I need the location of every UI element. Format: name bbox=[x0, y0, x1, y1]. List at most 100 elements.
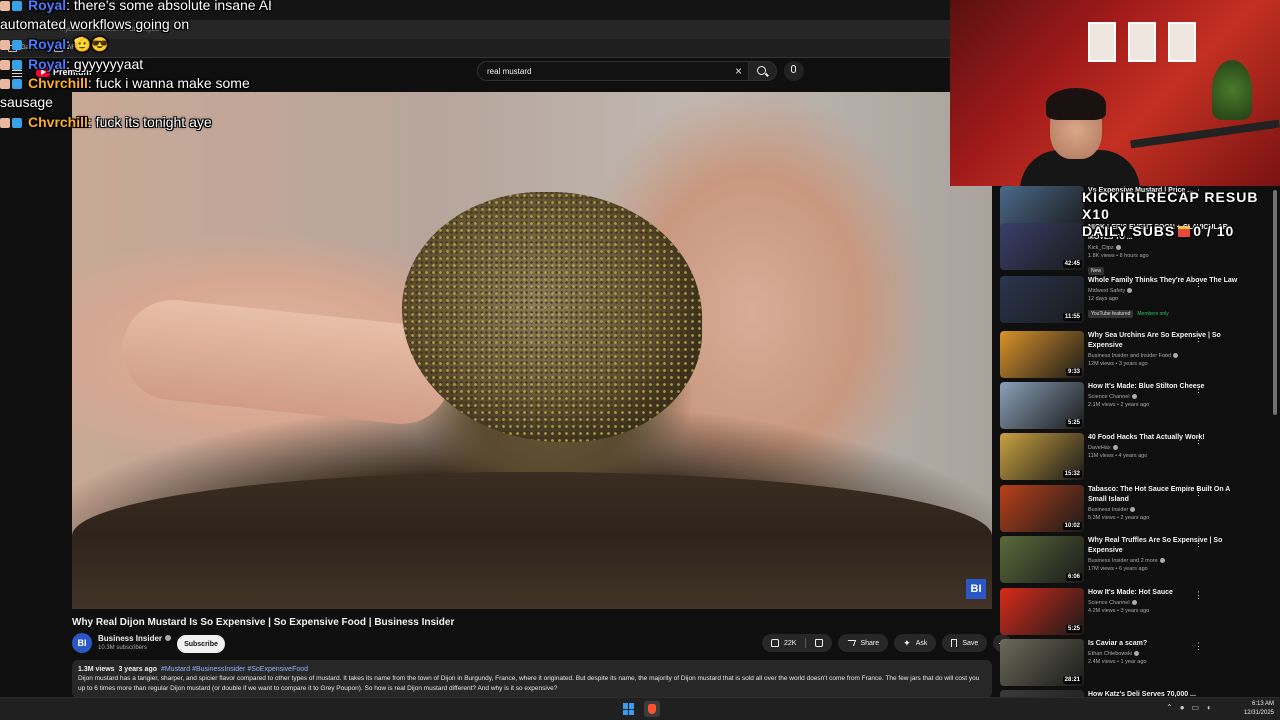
voice-search-button[interactable] bbox=[784, 61, 804, 81]
clear-search-icon[interactable]: × bbox=[735, 64, 742, 78]
recommendation-item[interactable]: 28:21 Is Caviar a scam? Ethan Chlebowski 2.… bbox=[1000, 639, 1275, 687]
recommendation-info: Whole Family Thinks They're Above The La… bbox=[1088, 276, 1248, 320]
video-thumbnail[interactable]: 6:06 bbox=[1000, 536, 1084, 583]
chat-username: Royal bbox=[28, 0, 67, 13]
recommendation-title[interactable]: 40 Food Hacks That Actually Work! bbox=[1088, 433, 1248, 443]
description-box[interactable]: 1.3M views 3 years ago #Mustard #Busines… bbox=[72, 660, 992, 698]
recommendation-title[interactable]: How It's Made: Blue Stilton Cheese bbox=[1088, 382, 1248, 392]
recommendation-item[interactable]: 9:33 Why Sea Urchins Are So Expensive | S… bbox=[1000, 331, 1275, 379]
clock-date: 12/31/2025 bbox=[1243, 710, 1274, 716]
recommendation-item[interactable]: 10:02 Tabasco: The Hot Sauce Empire Built… bbox=[1000, 485, 1275, 533]
recommendation-item[interactable]: 11:55 Whole Family Thinks They're Above T… bbox=[1000, 276, 1275, 324]
chevron-up-icon[interactable]: ⌃ bbox=[1166, 703, 1173, 712]
more-options-icon[interactable]: ⋮ bbox=[1194, 641, 1203, 652]
more-options-icon[interactable]: ⋮ bbox=[1194, 538, 1203, 549]
video-thumbnail[interactable]: 42:45 bbox=[1000, 223, 1084, 270]
recommendation-channel[interactable]: DaveHax bbox=[1088, 445, 1248, 451]
recommendation-item[interactable]: 5:25 How It's Made: Blue Stilton Cheese Sc… bbox=[1000, 382, 1275, 430]
search-input[interactable]: real mustard × bbox=[477, 61, 749, 81]
windows-start-icon[interactable] bbox=[623, 703, 635, 715]
system-clock[interactable]: 6:13 AM 12/31/2025 bbox=[1222, 700, 1274, 718]
network-icon[interactable]: ▭ bbox=[1192, 703, 1200, 712]
more-options-icon[interactable]: ⋮ bbox=[1194, 590, 1203, 601]
like-button[interactable]: 22K bbox=[762, 634, 833, 652]
chat-message: Royal: there's some absolute insane AI bbox=[0, 0, 272, 15]
chat-text: : fuck i wanna make some bbox=[87, 75, 250, 91]
channel-watermark[interactable]: BI bbox=[966, 579, 986, 599]
verified-icon bbox=[1173, 353, 1179, 359]
recommendation-meta: 11M views • 4 years ago bbox=[1088, 453, 1148, 459]
more-options-icon[interactable]: ⋮ bbox=[1194, 278, 1203, 289]
thumbs-down-icon[interactable] bbox=[815, 639, 824, 647]
ask-button[interactable]: ✦ Ask bbox=[894, 634, 937, 652]
video-duration: 10:02 bbox=[1062, 522, 1082, 530]
search-button[interactable] bbox=[749, 61, 777, 81]
video-thumbnail[interactable]: 11:55 bbox=[1000, 276, 1084, 323]
video-duration: 5:25 bbox=[1065, 625, 1082, 633]
recommendation-meta: 2.4M views • 1 year ago bbox=[1088, 659, 1147, 665]
recommendation-channel[interactable]: Business Insider and 2 more bbox=[1088, 558, 1248, 564]
subscribe-button[interactable]: Subscribe bbox=[177, 635, 225, 653]
sub-goal-count: 0 / 10 bbox=[1193, 223, 1235, 239]
share-button[interactable]: Share bbox=[838, 634, 889, 652]
recommendation-channel[interactable]: Ethan Chlebowski bbox=[1088, 651, 1248, 657]
windows-taskbar: ⌃ ● ▭ ◖ 6:13 AM 12/31/2025 bbox=[0, 697, 1280, 720]
chat-message: automated workflows going on bbox=[0, 15, 189, 34]
video-player[interactable]: BI bbox=[72, 92, 992, 609]
recommendation-channel[interactable]: Science Channel bbox=[1088, 394, 1248, 400]
chat-username: Royal bbox=[28, 56, 67, 72]
recommendation-channel[interactable]: Business Insider bbox=[1088, 507, 1248, 513]
chat-message: Royal: 🫡😎 bbox=[0, 35, 109, 54]
chat-text: : there's some absolute insane AI bbox=[66, 0, 272, 13]
streamer-hair bbox=[1046, 88, 1106, 120]
recommendation-badge: YouTube featured bbox=[1088, 310, 1134, 318]
upload-age: 3 years ago bbox=[118, 666, 157, 673]
more-options-icon[interactable]: ⋮ bbox=[1194, 384, 1203, 395]
recommendation-channel[interactable]: Kick_Clipz bbox=[1088, 245, 1248, 251]
recommendation-channel[interactable]: Science Channel bbox=[1088, 600, 1248, 606]
more-options-icon[interactable]: ⋮ bbox=[1194, 487, 1203, 498]
recommendation-item[interactable]: 15:32 40 Food Hacks That Actually Work! Da… bbox=[1000, 433, 1275, 481]
chat-badges-icon bbox=[0, 114, 26, 128]
channel-name-label[interactable]: Business Insider bbox=[98, 634, 162, 643]
search-icon bbox=[757, 66, 766, 75]
recommendation-title[interactable]: Why Real Truffles Are So Expensive | So … bbox=[1088, 536, 1248, 556]
recommendation-channel[interactable]: Midwest Safety bbox=[1088, 288, 1248, 294]
video-thumbnail[interactable]: 15:32 bbox=[1000, 433, 1084, 480]
video-thumbnail[interactable]: 5:25 bbox=[1000, 588, 1084, 635]
recommendation-item[interactable]: 5:25 How It's Made: Hot Sauce Science Chan… bbox=[1000, 588, 1275, 636]
recommendation-title[interactable]: How It's Made: Hot Sauce bbox=[1088, 588, 1248, 598]
view-count: 1.3M views bbox=[78, 666, 115, 673]
sub-goal-label: DAILY SUBS bbox=[1082, 223, 1176, 239]
verified-icon bbox=[1127, 288, 1133, 294]
recommendation-channel-label: Science Channel bbox=[1088, 394, 1130, 400]
video-thumbnail[interactable]: 10:02 bbox=[1000, 485, 1084, 532]
channel-avatar[interactable]: BI bbox=[72, 633, 92, 653]
sub-goal-progress: DAILY SUBS 0 / 10 bbox=[1082, 223, 1280, 240]
chat-message: Royal: gyyyyyyaat bbox=[0, 55, 143, 74]
save-button[interactable]: Save bbox=[942, 634, 988, 652]
wall-frame bbox=[1168, 22, 1196, 62]
recommendation-title[interactable]: Why Sea Urchins Are So Expensive | So Ex… bbox=[1088, 331, 1248, 351]
recommendation-title[interactable]: Tabasco: The Hot Sauce Empire Built On A… bbox=[1088, 485, 1248, 505]
wall-frame bbox=[1088, 22, 1116, 62]
recommendation-item[interactable]: 6:06 Why Real Truffles Are So Expensive |… bbox=[1000, 536, 1275, 584]
video-duration: 42:45 bbox=[1062, 260, 1082, 268]
video-thumbnail[interactable]: 28:21 bbox=[1000, 639, 1084, 686]
more-options-icon[interactable]: ⋮ bbox=[1194, 435, 1203, 446]
video-duration: 28:21 bbox=[1062, 676, 1082, 684]
microphone-tray-icon[interactable]: ● bbox=[1180, 703, 1185, 712]
volume-icon[interactable]: ◖ bbox=[1206, 703, 1211, 712]
search-query[interactable]: real mustard bbox=[487, 67, 531, 76]
recommendation-channel[interactable]: Business Insider and Insider Food bbox=[1088, 353, 1248, 359]
video-thumbnail[interactable]: 5:25 bbox=[1000, 382, 1084, 429]
video-thumbnail[interactable]: 9:33 bbox=[1000, 331, 1084, 378]
verified-icon bbox=[1130, 507, 1136, 513]
recommendation-title[interactable]: Whole Family Thinks They're Above The La… bbox=[1088, 276, 1248, 286]
plant bbox=[1212, 60, 1252, 120]
channel-name[interactable]: Business Insider bbox=[98, 634, 172, 643]
more-options-icon[interactable]: ⋮ bbox=[1194, 333, 1203, 344]
hashtags[interactable]: #Mustard #BusinessInsider #SoExpensiveFo… bbox=[161, 666, 308, 673]
recommendation-title[interactable]: Is Caviar a scam? bbox=[1088, 639, 1248, 649]
brave-browser-icon[interactable] bbox=[644, 701, 660, 717]
